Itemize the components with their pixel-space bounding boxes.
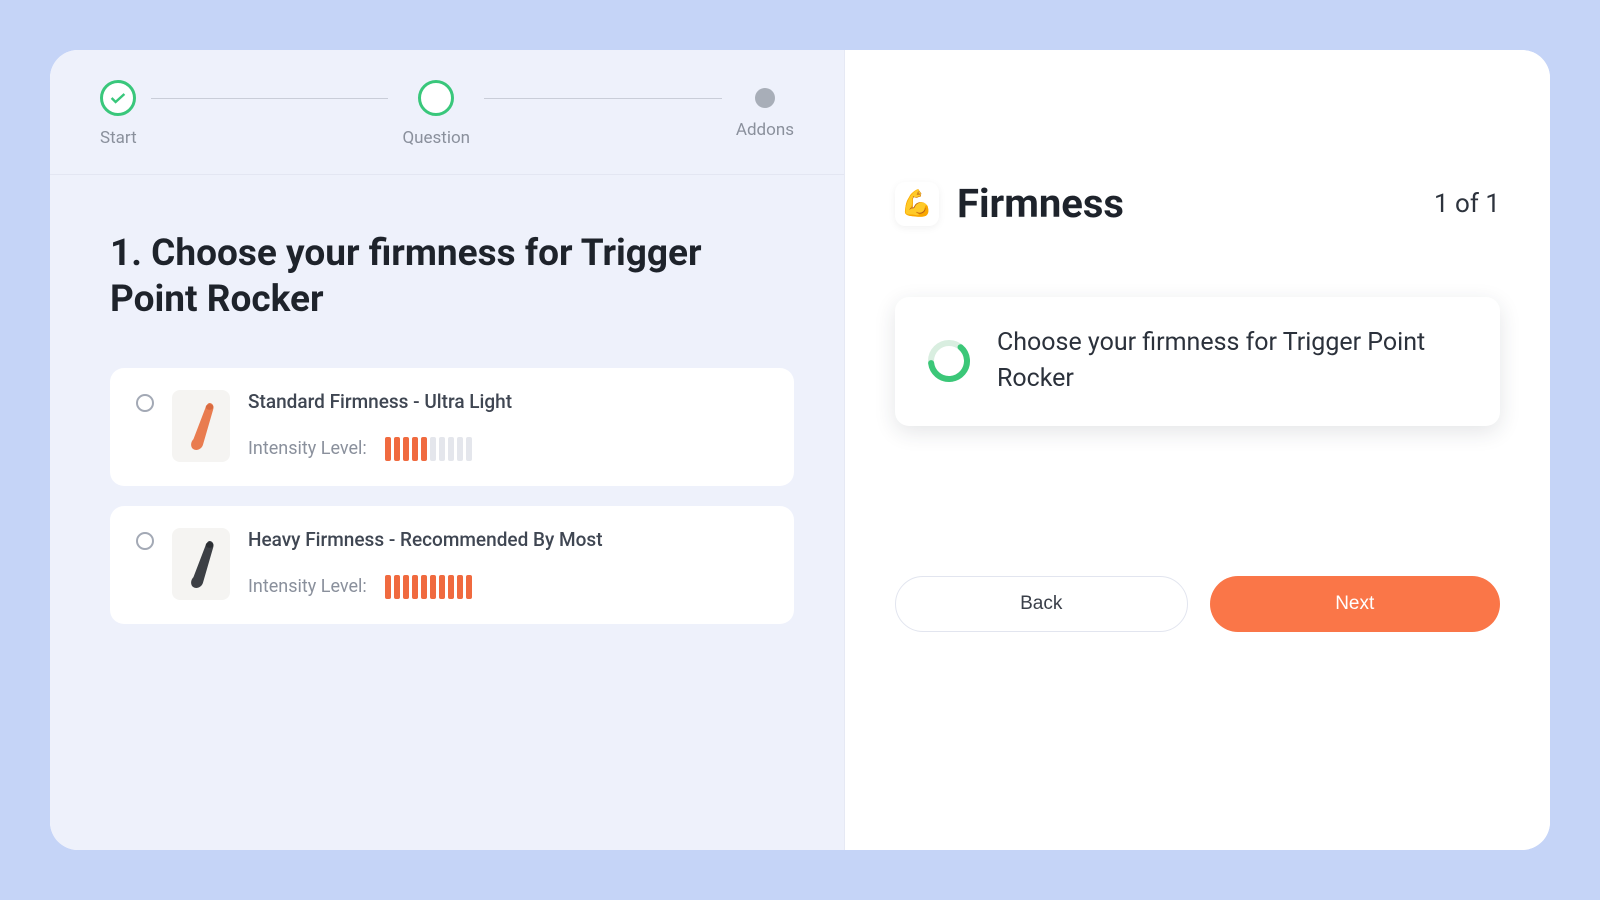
summary-card: Choose your firmness for Trigger Point R…	[895, 297, 1500, 426]
option-heavy[interactable]: Heavy Firmness - Recommended By Most Int…	[110, 506, 794, 624]
summary-emoji-icon: 💪	[895, 182, 939, 226]
summary-title: Firmness	[957, 180, 1124, 227]
step-connector	[484, 98, 722, 99]
option-standard-intensity-row: Intensity Level:	[248, 437, 768, 461]
radio-standard[interactable]	[136, 394, 154, 412]
option-standard-intensity-bars	[385, 437, 472, 461]
step-addons-circle	[755, 88, 775, 108]
product-icon	[182, 534, 220, 594]
progress-spinner-icon	[925, 337, 973, 385]
step-question-label: Question	[402, 128, 470, 148]
left-content: 1. Choose your firmness for Trigger Poin…	[50, 175, 844, 644]
option-standard-title: Standard Firmness - Ultra Light	[248, 390, 768, 413]
option-standard-body: Standard Firmness - Ultra Light Intensit…	[248, 390, 768, 461]
step-question-circle	[418, 80, 454, 116]
summary-counter: 1 of 1	[1434, 189, 1500, 219]
radio-heavy[interactable]	[136, 532, 154, 550]
option-standard-thumb	[172, 390, 230, 462]
wizard-card: Start Question Addons 1. Choose your fir…	[50, 50, 1550, 850]
step-connector	[151, 98, 389, 99]
summary-card-text: Choose your firmness for Trigger Point R…	[997, 325, 1470, 398]
step-addons[interactable]: Addons	[736, 80, 794, 140]
action-row: Back Next	[895, 576, 1500, 632]
next-button[interactable]: Next	[1210, 576, 1501, 632]
option-heavy-body: Heavy Firmness - Recommended By Most Int…	[248, 528, 768, 599]
option-heavy-title: Heavy Firmness - Recommended By Most	[248, 528, 768, 551]
option-heavy-intensity-row: Intensity Level:	[248, 575, 768, 599]
option-standard[interactable]: Standard Firmness - Ultra Light Intensit…	[110, 368, 794, 486]
step-start[interactable]: Start	[100, 80, 137, 148]
option-heavy-intensity-bars	[385, 575, 472, 599]
product-icon	[182, 396, 220, 456]
question-heading: 1. Choose your firmness for Trigger Poin…	[110, 231, 794, 324]
back-button[interactable]: Back	[895, 576, 1188, 632]
step-start-label: Start	[100, 128, 137, 148]
check-icon	[110, 92, 126, 104]
summary-header: 💪 Firmness 1 of 1	[895, 180, 1500, 227]
step-addons-label: Addons	[736, 120, 794, 140]
option-heavy-thumb	[172, 528, 230, 600]
step-start-circle	[100, 80, 136, 116]
left-panel: Start Question Addons 1. Choose your fir…	[50, 50, 845, 850]
intensity-label: Intensity Level:	[248, 438, 367, 459]
step-question[interactable]: Question	[402, 80, 470, 148]
summary-title-group: 💪 Firmness	[895, 180, 1124, 227]
right-panel: 💪 Firmness 1 of 1 Choose your firmness f…	[845, 50, 1550, 850]
intensity-label: Intensity Level:	[248, 576, 367, 597]
stepper: Start Question Addons	[50, 50, 844, 175]
